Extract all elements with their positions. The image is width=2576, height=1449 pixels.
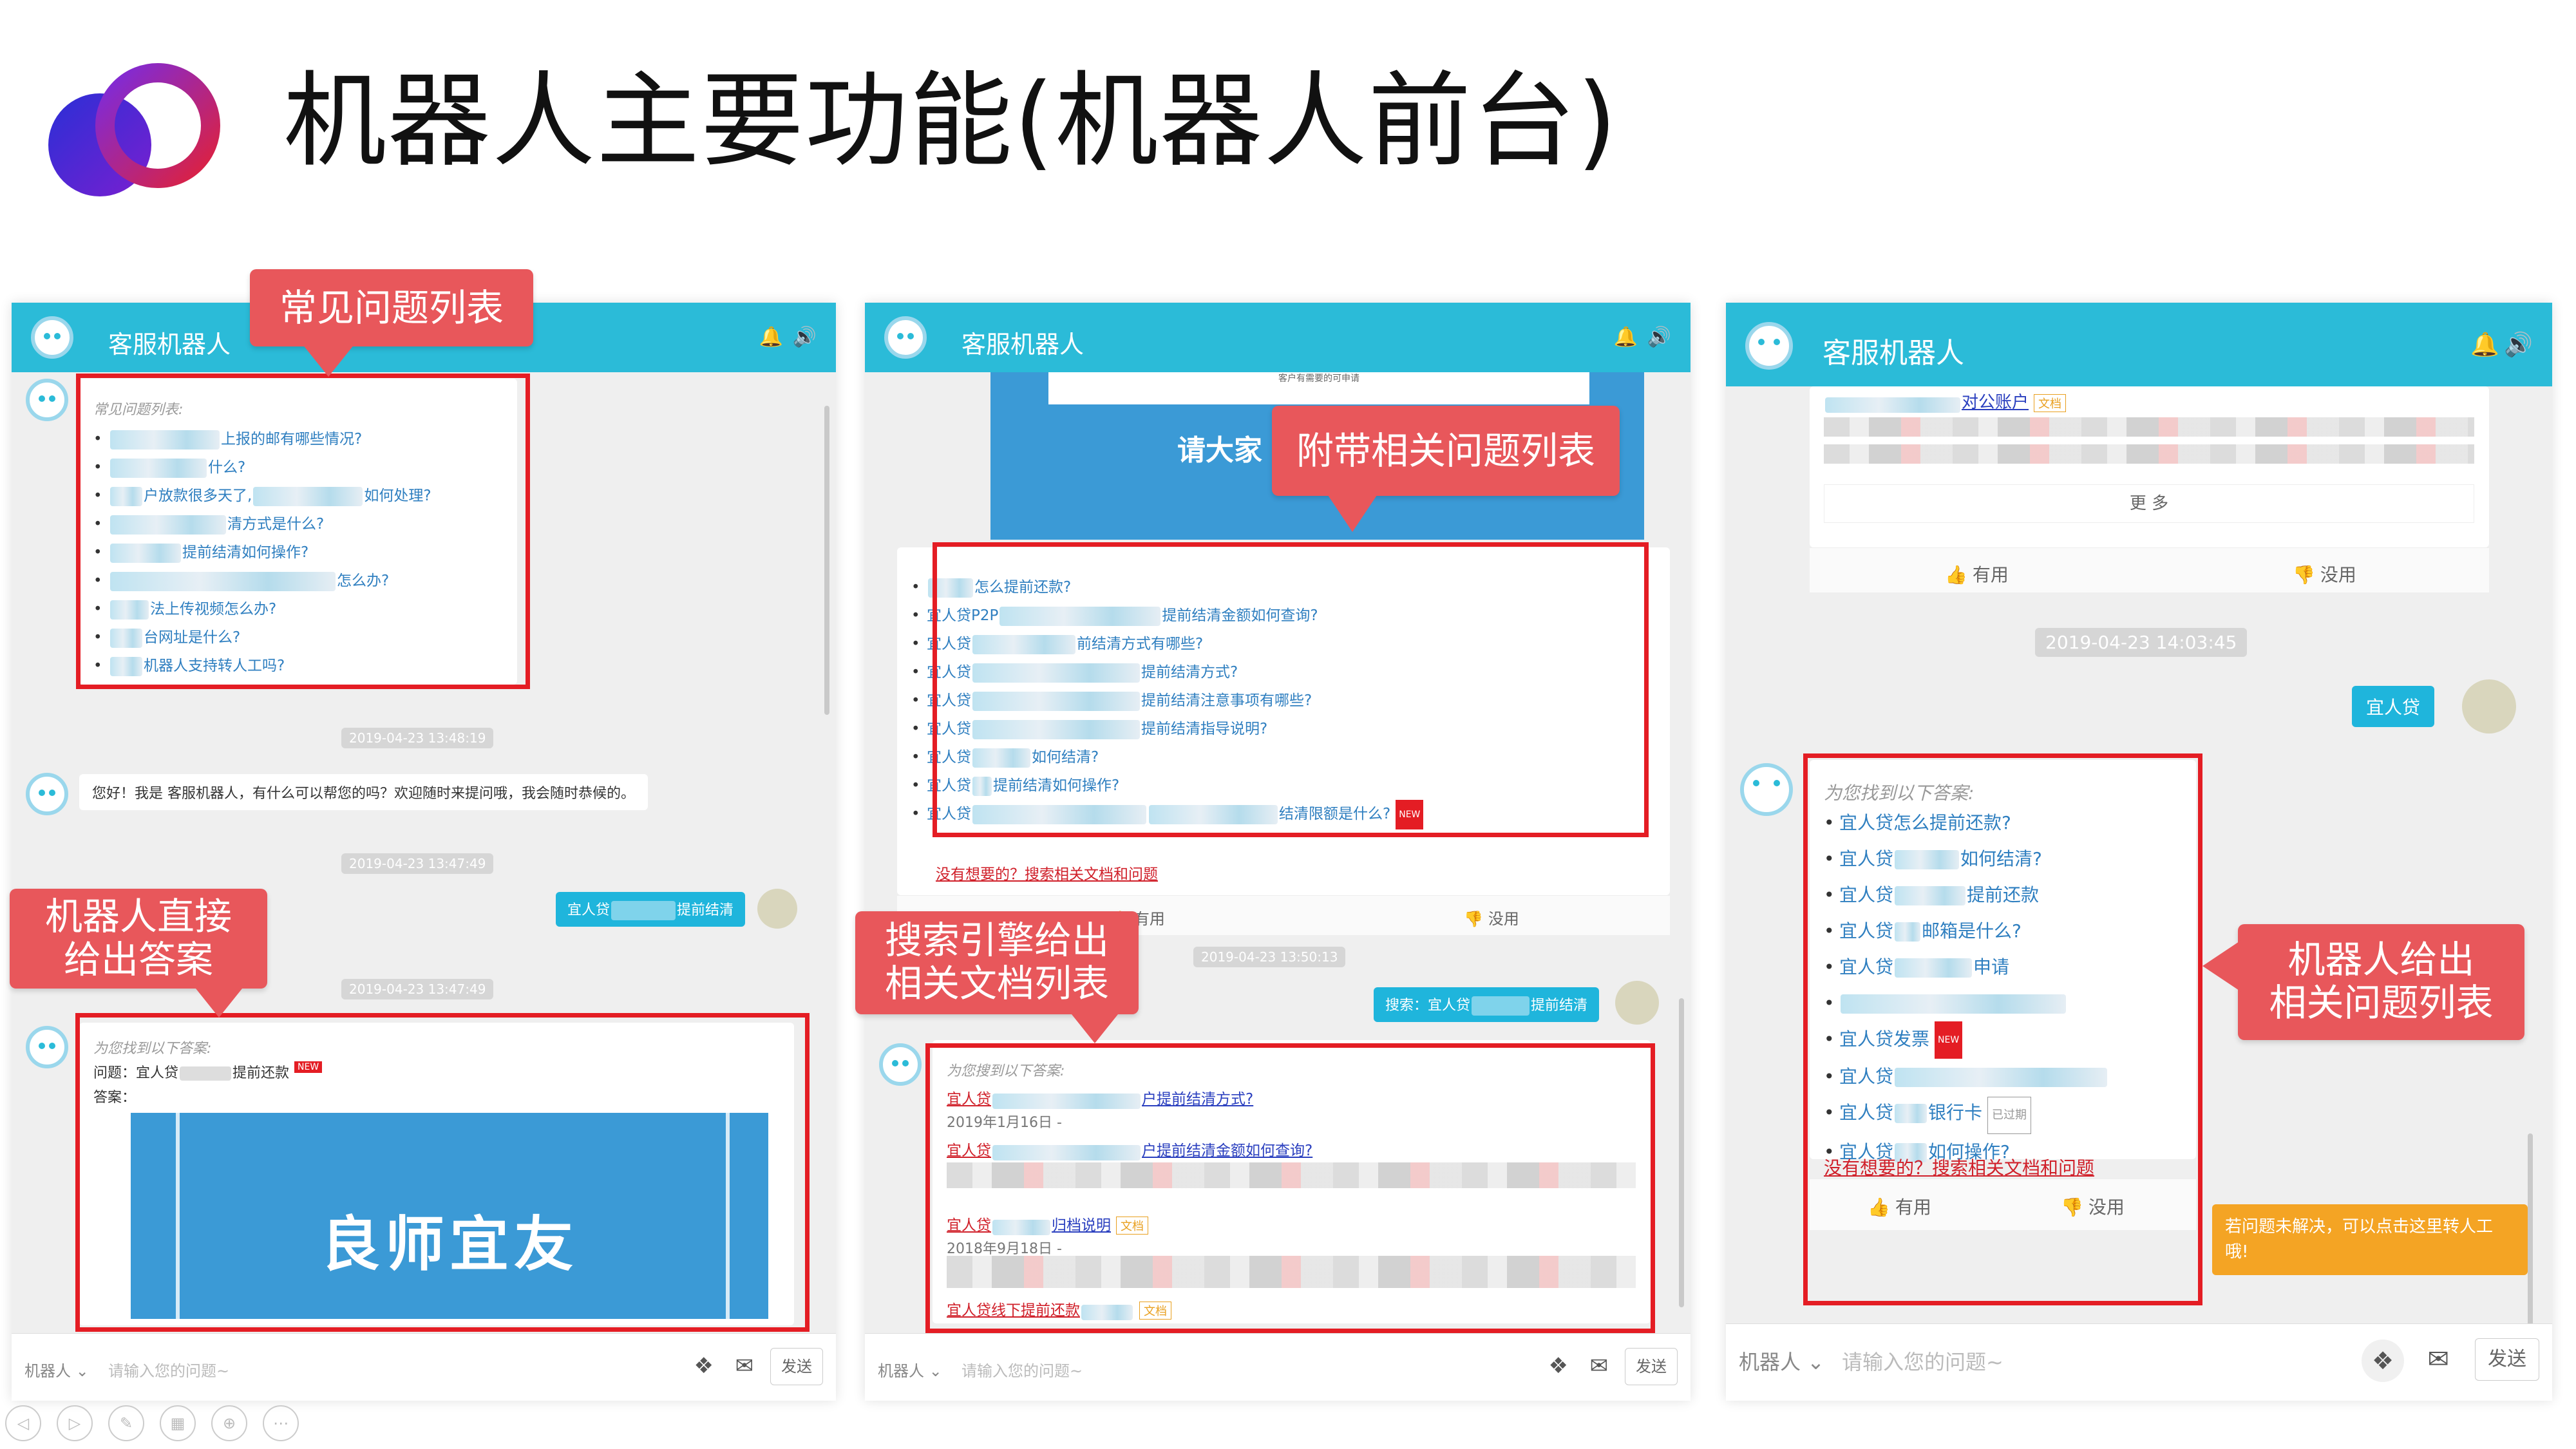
send-button[interactable]: 发送: [1625, 1348, 1678, 1385]
greeting-message: 您好！我是 客服机器人，有什么可以帮您的吗？欢迎随时来提问哦，我会随时恭候的。: [79, 774, 648, 810]
callout-search: 搜索引擎给出 相关文档列表: [855, 911, 1139, 1014]
callout-direct-answer: 机器人直接 给出答案: [10, 889, 267, 989]
useless-button[interactable]: 👎 没用: [1464, 906, 1519, 929]
robot-avatar-icon: [1740, 763, 1793, 816]
brand-logo: [48, 63, 220, 196]
robot-avatar-icon: [26, 1026, 68, 1068]
user-message: 搜索：宜人贷 提前结清: [1374, 987, 1600, 1022]
timestamp: 2019-04-23 14:03:45: [2035, 628, 2248, 657]
user-avatar: [757, 889, 797, 929]
thumb-down-icon: 👎: [1464, 910, 1483, 928]
mail-icon[interactable]: ✉: [735, 1353, 754, 1379]
timestamp: 2019-04-23 13:47:49: [341, 853, 494, 874]
callout-tail: [193, 985, 245, 1018]
volume-icon[interactable]: 🔊: [793, 326, 817, 348]
chat-title: 客服机器人: [1823, 337, 1964, 370]
user-message: 宜人贷: [2352, 686, 2435, 727]
feedback-bar: 👍有用 👎没用: [1810, 547, 2489, 592]
user-message: 宜人贷 提前结清: [556, 892, 746, 927]
send-button[interactable]: 发送: [770, 1348, 823, 1385]
chat-header: 客服机器人 🔔 🔊: [865, 303, 1690, 372]
blurred-snippet: [1824, 417, 2474, 437]
transfer-human-tooltip: 若问题未解决，可以点击这里转人工哦!: [2212, 1204, 2528, 1275]
previous-answer-card: 对公账户 文档 更 多: [1810, 386, 2489, 547]
message-input[interactable]: 请输入您的问题~: [1842, 1346, 2003, 1376]
thumb-up-icon: 👍: [1945, 564, 1967, 585]
slides-grid-icon[interactable]: ▦: [160, 1405, 196, 1441]
blurred-snippet: [1824, 444, 2474, 464]
timestamp: 2019-04-23 13:48:19: [341, 728, 494, 748]
mode-select[interactable]: 机器人 ⌄: [878, 1358, 942, 1381]
pen-icon[interactable]: ✎: [108, 1405, 144, 1441]
mode-select[interactable]: 机器人 ⌄: [24, 1358, 89, 1381]
doc-link[interactable]: 对公账户 文档: [1824, 389, 2067, 413]
chat-header: 客服机器人 🔔 🔊: [1726, 303, 2552, 386]
message-input[interactable]: 请输入您的问题~: [961, 1358, 1083, 1381]
bell-icon[interactable]: 🔔: [2470, 331, 2499, 358]
useless-button[interactable]: 👎 没用: [2293, 561, 2356, 587]
more-options-icon[interactable]: ⋯: [263, 1405, 299, 1441]
chat-title: 客服机器人: [961, 330, 1084, 359]
callout-tail: [1069, 1011, 1121, 1043]
highlight-robot-list: [1803, 753, 2202, 1305]
mode-select[interactable]: 机器人 ⌄: [1739, 1346, 1824, 1376]
robot-avatar-icon: [31, 316, 73, 359]
highlight-faq-list: [76, 374, 530, 689]
input-bar: 机器人 ⌄ 请输入您的问题~ ❖ ✉ 发送: [12, 1333, 836, 1401]
robot-avatar-icon: [884, 316, 927, 359]
bell-icon[interactable]: 🔔: [1614, 326, 1638, 348]
user-avatar: [1615, 981, 1659, 1025]
search-docs-link[interactable]: 没有想要的？搜索相关文档和问题: [936, 862, 1158, 884]
scrollbar[interactable]: [824, 406, 829, 715]
callout-related: 附带相关问题列表: [1272, 406, 1620, 496]
callout-faq: 常见问题列表: [250, 269, 533, 346]
prev-slide-icon[interactable]: ◁: [5, 1405, 41, 1441]
volume-icon[interactable]: 🔊: [2504, 331, 2533, 358]
apps-icon[interactable]: ❖: [2362, 1340, 2404, 1382]
send-button[interactable]: 发送: [2475, 1338, 2539, 1381]
robot-avatar-icon: [1745, 322, 1793, 370]
apps-icon[interactable]: ❖: [1549, 1353, 1568, 1379]
callout-tail: [2202, 940, 2241, 992]
scrollbar[interactable]: [1679, 998, 1684, 1307]
useful-button[interactable]: 👍有用: [1945, 561, 2009, 587]
callout-tail: [303, 345, 354, 377]
input-bar: 机器人 ⌄ 请输入您的问题~ ❖ ✉ 发送: [1726, 1323, 2552, 1401]
highlight-related-list: [933, 542, 1649, 837]
apps-icon[interactable]: ❖: [694, 1353, 714, 1379]
message-input[interactable]: 请输入您的问题~: [108, 1358, 229, 1381]
next-slide-icon[interactable]: ▷: [57, 1405, 93, 1441]
slide-title: 机器人主要功能(机器人前台): [283, 61, 1618, 181]
callout-tail: [1327, 493, 1378, 532]
chat-title: 客服机器人: [108, 330, 231, 359]
thumb-down-icon: 👎: [2293, 564, 2315, 585]
timestamp: 2019-04-23 13:47:49: [341, 979, 494, 999]
zoom-icon[interactable]: ⊕: [211, 1405, 247, 1441]
input-bar: 机器人 ⌄ 请输入您的问题~ ❖ ✉ 发送: [865, 1333, 1690, 1401]
mail-icon[interactable]: ✉: [1590, 1353, 1609, 1379]
highlight-search-results: [925, 1043, 1655, 1333]
robot-avatar-icon: [879, 1043, 922, 1086]
mail-icon[interactable]: ✉: [2427, 1345, 2449, 1374]
callout-robot-list: 机器人给出 相关问题列表: [2238, 924, 2524, 1040]
timestamp: 2019-04-23 13:50:13: [1193, 947, 1346, 967]
bell-icon[interactable]: 🔔: [759, 326, 783, 348]
user-avatar: [2462, 679, 2516, 734]
volume-icon[interactable]: 🔊: [1647, 326, 1671, 348]
more-button[interactable]: 更 多: [1824, 484, 2474, 523]
highlight-direct-answer: [75, 1013, 810, 1332]
robot-avatar-icon: [26, 773, 68, 815]
robot-avatar-icon: [26, 379, 68, 421]
